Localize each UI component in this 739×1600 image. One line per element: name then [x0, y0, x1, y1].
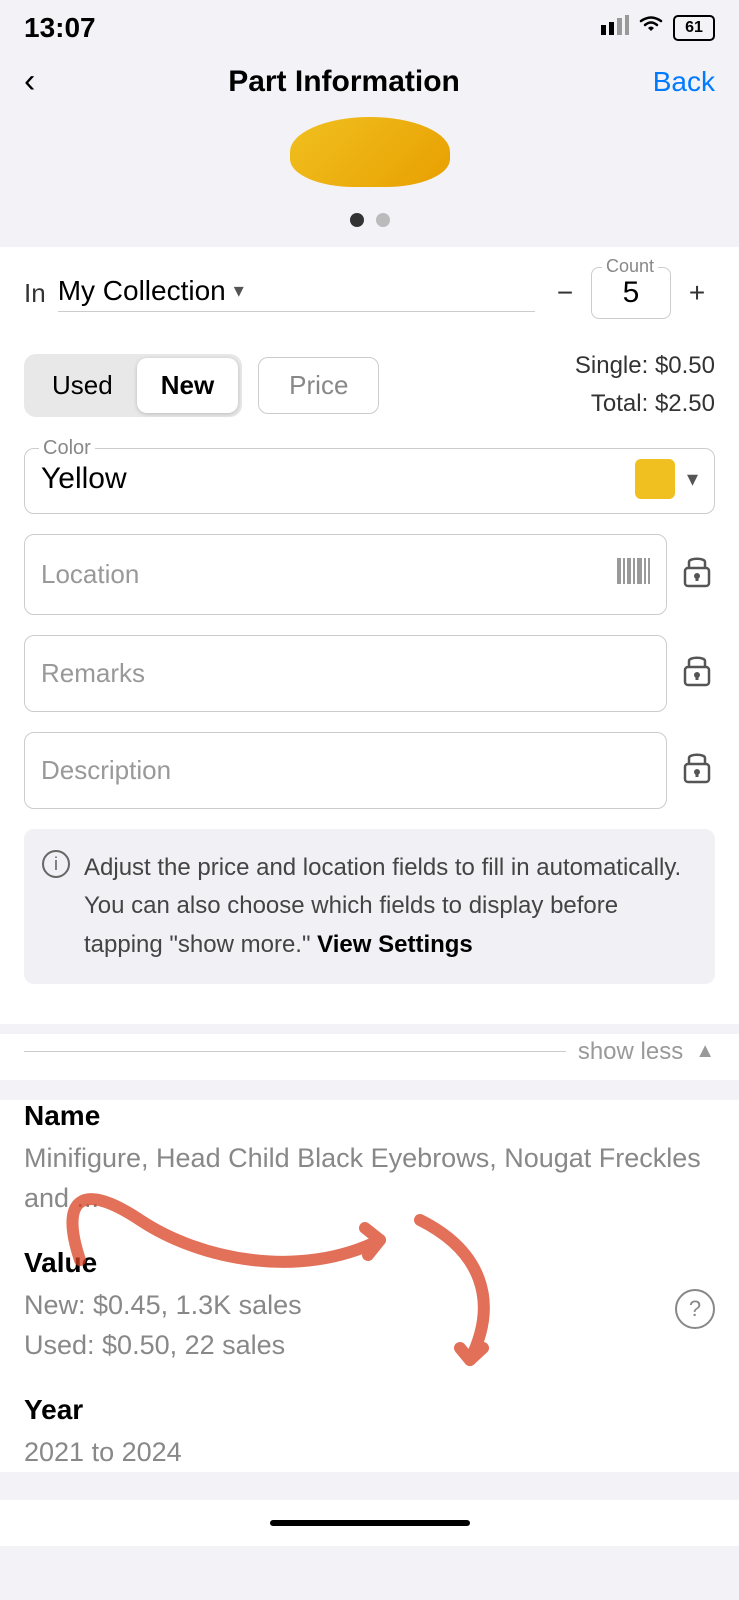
remarks-placeholder: Remarks — [41, 658, 145, 689]
status-icons: 61 — [601, 15, 715, 41]
view-settings-link[interactable]: View Settings — [317, 931, 473, 958]
show-less-divider — [24, 1051, 566, 1052]
count-controls: − Count 5 + — [547, 267, 715, 319]
condition-price-row: Used New Price Single: $0.50 Total: $2.5… — [24, 347, 715, 424]
details-section: Name Minifigure, Head Child Black Eyebro… — [0, 1100, 739, 1473]
price-single: Single: $0.50 — [575, 347, 715, 385]
count-label: Count — [602, 256, 658, 277]
show-less-text[interactable]: show less — [578, 1038, 683, 1066]
nav-bar: ‹ Part Information Back — [0, 52, 739, 117]
location-placeholder: Location — [41, 559, 139, 590]
remarks-row: Remarks — [24, 635, 715, 712]
price-summary: Single: $0.50 Total: $2.50 — [575, 347, 715, 424]
location-field[interactable]: Location — [24, 534, 667, 615]
location-lock-icon[interactable] — [679, 552, 715, 596]
condition-toggle: Used New — [24, 354, 242, 417]
value-row: New: $0.45, 1.3K sales Used: $0.50, 22 s… — [24, 1285, 715, 1366]
year-label: Year — [24, 1394, 715, 1426]
status-bar: 13:07 61 — [0, 0, 739, 52]
count-minus-button[interactable]: − — [547, 277, 583, 309]
collection-select[interactable]: My Collection ▾ — [58, 275, 535, 312]
help-icon[interactable]: ? — [675, 1289, 715, 1329]
color-legend: Color — [39, 437, 95, 460]
price-button[interactable]: Price — [258, 357, 379, 414]
description-row: Description — [24, 732, 715, 809]
wifi-icon — [637, 15, 665, 41]
battery-icon: 61 — [673, 15, 715, 41]
year-detail-row: Year 2021 to 2024 — [24, 1394, 715, 1473]
color-dropdown-arrow[interactable]: ▾ — [687, 466, 698, 492]
description-lock-icon[interactable] — [679, 748, 715, 792]
color-row: Yellow ▾ — [41, 459, 698, 499]
name-detail-row: Name Minifigure, Head Child Black Eyebro… — [24, 1100, 715, 1219]
remarks-field[interactable]: Remarks — [24, 635, 667, 712]
color-swatch — [635, 459, 675, 499]
collection-name: My Collection — [58, 275, 226, 307]
count-plus-button[interactable]: + — [679, 277, 715, 309]
back-arrow[interactable]: ‹ — [24, 62, 35, 101]
home-indicator — [270, 1520, 470, 1526]
name-value: Minifigure, Head Child Black Eyebrows, N… — [24, 1138, 715, 1219]
info-icon: i — [42, 849, 70, 891]
color-name: Yellow — [41, 462, 127, 496]
signal-icon — [601, 15, 629, 41]
used-button[interactable]: Used — [28, 358, 137, 413]
color-fieldset: Color Yellow ▾ — [24, 448, 715, 514]
location-row: Location — [24, 534, 715, 615]
carousel-dot-1[interactable] — [350, 213, 364, 227]
value-label: Value — [24, 1247, 715, 1279]
value-new: New: $0.45, 1.3K sales — [24, 1285, 302, 1326]
color-swatch-row[interactable]: ▾ — [635, 459, 698, 499]
svg-text:i: i — [54, 854, 58, 874]
description-placeholder: Description — [41, 755, 171, 786]
info-box: i Adjust the price and location fields t… — [24, 829, 715, 984]
back-button[interactable]: Back — [653, 66, 715, 98]
main-content: In My Collection ▾ − Count 5 + Used New … — [0, 247, 739, 1024]
name-label: Name — [24, 1100, 715, 1132]
part-image — [290, 117, 450, 187]
value-used: Used: $0.50, 22 sales — [24, 1325, 302, 1366]
carousel-dots — [0, 197, 739, 247]
page-title: Part Information — [228, 65, 460, 99]
show-less-row[interactable]: show less ▲ — [0, 1034, 739, 1080]
in-label: In — [24, 278, 46, 309]
year-value: 2021 to 2024 — [24, 1432, 715, 1473]
new-button[interactable]: New — [137, 358, 238, 413]
price-total: Total: $2.50 — [575, 385, 715, 423]
collection-row: In My Collection ▾ − Count 5 + — [24, 267, 715, 319]
show-less-chevron-icon[interactable]: ▲ — [695, 1040, 715, 1063]
count-box: Count 5 — [591, 267, 671, 319]
value-details: New: $0.45, 1.3K sales Used: $0.50, 22 s… — [24, 1285, 302, 1366]
part-image-container — [0, 117, 739, 197]
collection-dropdown-arrow[interactable]: ▾ — [234, 278, 244, 303]
description-field[interactable]: Description — [24, 732, 667, 809]
status-time: 13:07 — [24, 12, 96, 44]
bottom-bar — [0, 1500, 739, 1546]
remarks-lock-icon[interactable] — [679, 651, 715, 695]
barcode-icon[interactable] — [616, 557, 650, 592]
count-value: 5 — [623, 276, 640, 309]
value-detail-row: Value New: $0.45, 1.3K sales Used: $0.50… — [24, 1247, 715, 1366]
carousel-dot-2[interactable] — [376, 213, 390, 227]
